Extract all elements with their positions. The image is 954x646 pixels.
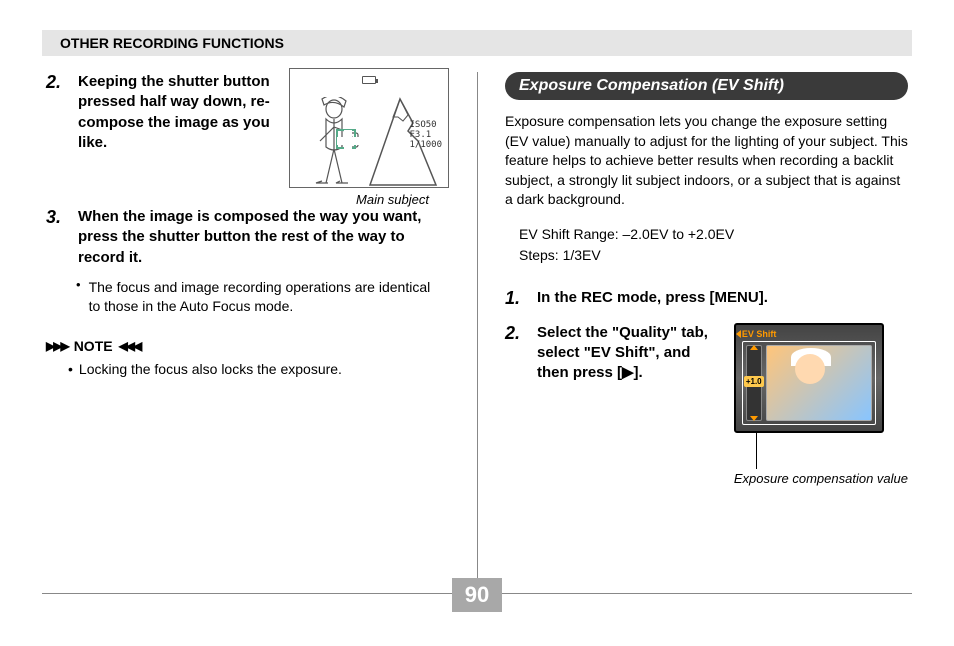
ev-value-badge: +1.0: [744, 376, 764, 387]
note-label: NOTE: [74, 338, 113, 354]
lcd-screen: EV Shift +1.0: [734, 323, 884, 433]
camera-lcd-illustration: ISO50 F3.1 1/1000: [289, 68, 449, 188]
shutter-value: 1/1000: [409, 141, 442, 151]
battery-icon: [362, 76, 376, 84]
step-3-block: 3. When the image is composed the way yo…: [46, 207, 449, 268]
bullet-text: The focus and image recording operations…: [89, 278, 439, 316]
bullet-icon: •: [68, 360, 73, 379]
section-heading: Exposure Compensation (EV Shift): [505, 72, 908, 100]
step-number: 3.: [46, 207, 70, 228]
ev-range: EV Shift Range: –2.0EV to +2.0EV: [519, 224, 908, 245]
callout-line: [756, 433, 757, 469]
step-number: 1.: [505, 288, 529, 309]
step-2-block: 2. Keeping the shutter button pressed ha…: [46, 72, 449, 207]
focus-frame-icon: [336, 129, 356, 149]
step-number: 2.: [505, 323, 529, 344]
note-arrows-left-icon: ◀◀◀: [119, 339, 141, 353]
intro-paragraph: Exposure compensation lets you change th…: [505, 112, 908, 210]
ev-slider: +1.0: [746, 345, 762, 421]
back-triangle-icon: [736, 330, 741, 338]
note-heading: ▶▶▶ NOTE ◀◀◀: [46, 338, 449, 354]
arrow-down-icon: [750, 416, 758, 421]
info-bullet: • The focus and image recording operatio…: [46, 278, 449, 316]
camera-settings-overlay: ISO50 F3.1 1/1000: [409, 121, 442, 151]
face-shape: [795, 354, 825, 384]
page-header: OTHER RECORDING FUNCTIONS: [42, 30, 912, 56]
left-column: 2. Keeping the shutter button pressed ha…: [42, 72, 477, 582]
note-item: • Locking the focus also locks the expos…: [46, 360, 449, 379]
note-arrows-right-icon: ▶▶▶: [46, 339, 68, 353]
bullet-icon: •: [76, 278, 81, 316]
composition-illustration: ISO50 F3.1 1/1000 Main subject: [289, 68, 449, 207]
step-text: Keeping the shutter button pressed half …: [78, 72, 277, 153]
lcd-frame: +1.0: [742, 341, 876, 425]
lcd-preview-image: [766, 345, 872, 421]
step-number: 2.: [46, 72, 70, 93]
lcd-title: EV Shift: [742, 329, 777, 339]
step-text: Select the "Quality" tab, select "EV Shi…: [537, 323, 724, 384]
ev-steps: Steps: 1/3EV: [519, 245, 908, 266]
ev-spec: EV Shift Range: –2.0EV to +2.0EV Steps: …: [505, 224, 908, 266]
note-text: Locking the focus also locks the exposur…: [79, 360, 342, 379]
lcd-illustration-block: EV Shift +1.0: [734, 323, 908, 487]
content-columns: 2. Keeping the shutter button pressed ha…: [42, 72, 912, 582]
right-column: Exposure Compensation (EV Shift) Exposur…: [477, 72, 912, 582]
illustration-caption: Main subject: [289, 192, 449, 207]
step-text: When the image is composed the way you w…: [78, 207, 449, 268]
lcd-caption: Exposure compensation value: [734, 471, 908, 487]
step-text: In the REC mode, press [MENU].: [537, 288, 908, 308]
column-divider: [477, 72, 478, 582]
arrow-up-icon: [750, 345, 758, 350]
page-number: 90: [452, 578, 502, 612]
step-1-block: 1. In the REC mode, press [MENU].: [505, 288, 908, 309]
step-2-block: 2. Select the "Quality" tab, select "EV …: [505, 323, 908, 487]
